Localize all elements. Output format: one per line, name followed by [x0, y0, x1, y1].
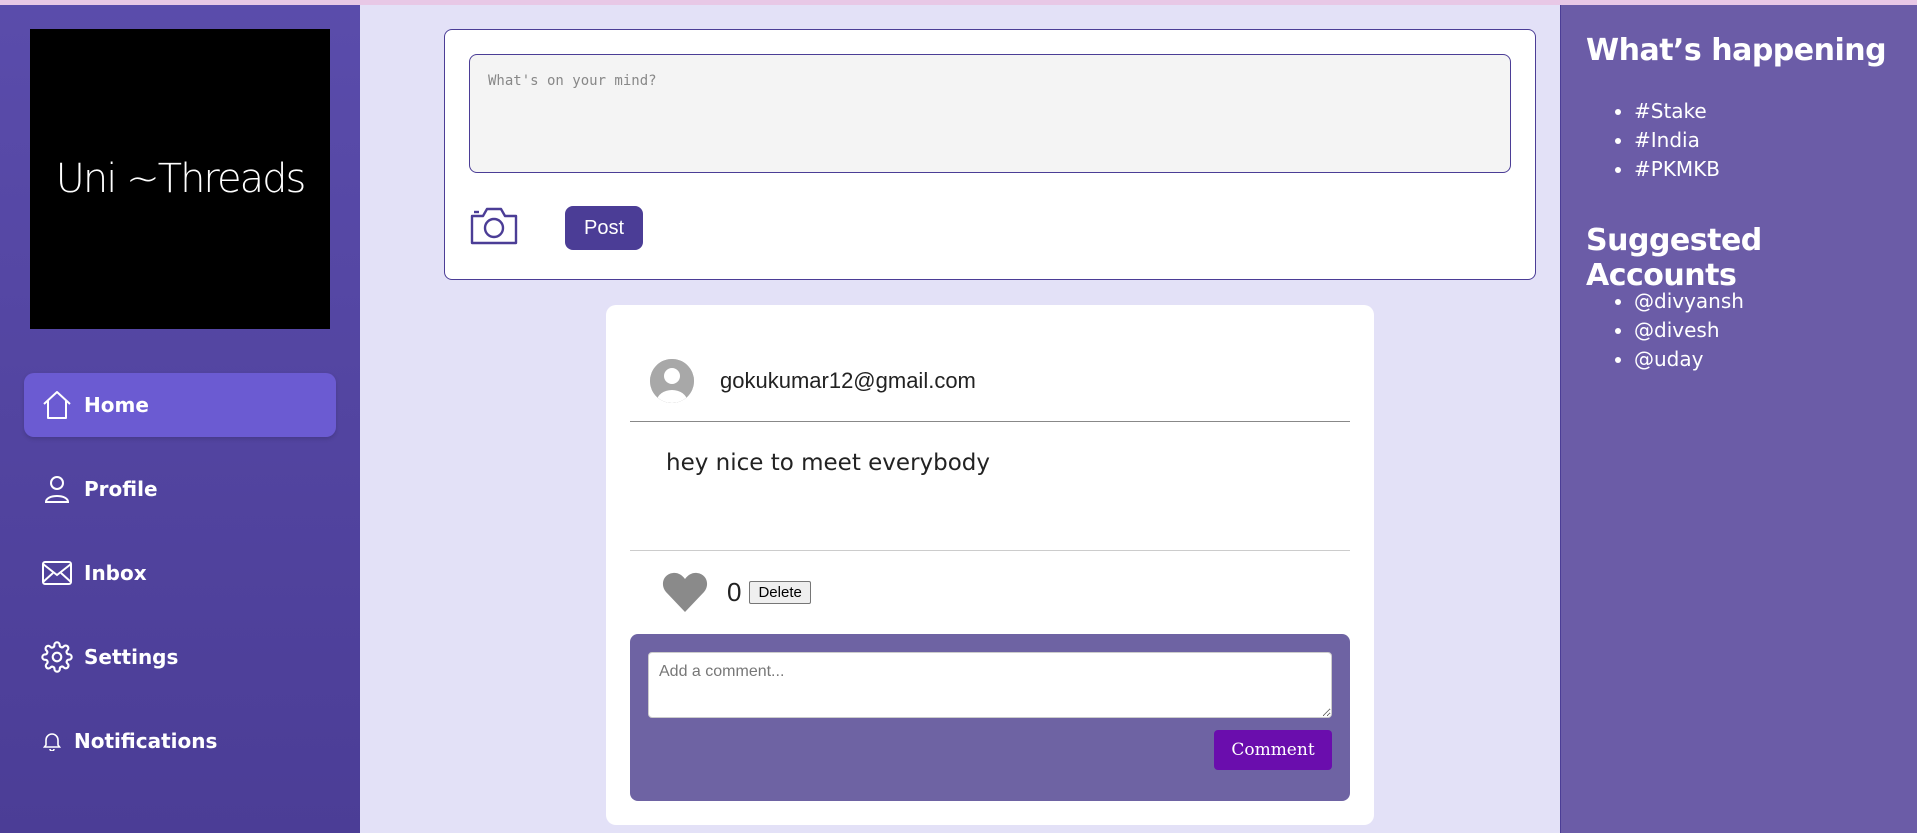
trending-item[interactable]: #PKMKB — [1634, 155, 1720, 184]
nav-item-profile[interactable]: Profile — [24, 457, 336, 521]
camera-icon[interactable] — [469, 206, 519, 246]
suggested-account[interactable]: @uday — [1634, 345, 1744, 374]
nav-item-settings[interactable]: Settings — [24, 625, 336, 689]
app-logo[interactable]: Uni ~Threads — [30, 29, 330, 329]
nav-label-settings: Settings — [84, 645, 179, 669]
post-text: hey nice to meet everybody — [666, 450, 991, 476]
nav-item-home[interactable]: Home — [24, 373, 336, 437]
like-count: 0 — [727, 576, 742, 607]
trending-item[interactable]: #Stake — [1634, 97, 1720, 126]
post-composer: Post — [444, 29, 1536, 280]
avatar[interactable] — [650, 359, 694, 403]
suggested-list: @divyansh @divesh @uday — [1634, 287, 1744, 374]
delete-button[interactable]: Delete — [749, 580, 811, 604]
trending-title: What’s happening — [1586, 33, 1887, 68]
nav-label-inbox: Inbox — [84, 561, 147, 585]
left-sidebar: Uni ~Threads Home Profile Inbox Settings… — [0, 5, 360, 833]
nav-label-notifications: Notifications — [74, 729, 218, 753]
user-icon — [40, 472, 74, 506]
comment-button[interactable]: Comment — [1214, 730, 1332, 770]
bell-icon — [40, 724, 64, 758]
suggested-account[interactable]: @divyansh — [1634, 287, 1744, 316]
suggested-title: Suggested Accounts — [1586, 223, 1762, 293]
post-input[interactable] — [469, 54, 1511, 173]
post-card: gokukumar12@gmail.com hey nice to meet e… — [606, 305, 1374, 825]
trending-list: #Stake #India #PKMKB — [1634, 97, 1720, 184]
divider — [630, 421, 1350, 422]
trending-item[interactable]: #India — [1634, 126, 1720, 155]
nav-item-inbox[interactable]: Inbox — [24, 541, 336, 605]
home-icon — [40, 388, 74, 422]
mail-icon — [40, 556, 74, 590]
post-author-row: gokukumar12@gmail.com — [650, 359, 976, 403]
nav-label-profile: Profile — [84, 477, 158, 501]
gear-icon — [40, 640, 74, 674]
suggested-account[interactable]: @divesh — [1634, 316, 1744, 345]
comment-input[interactable] — [648, 652, 1332, 718]
nav-item-notifications[interactable]: Notifications — [24, 709, 336, 773]
post-button[interactable]: Post — [565, 206, 643, 250]
comment-section: Comment — [630, 634, 1350, 801]
right-sidebar: What’s happening #Stake #India #PKMKB Su… — [1560, 5, 1917, 833]
divider — [630, 550, 1350, 551]
nav-label-home: Home — [84, 393, 149, 417]
logo-text: Uni ~Threads — [55, 156, 307, 202]
heart-icon[interactable] — [662, 570, 708, 614]
like-row: 0 Delete — [662, 570, 811, 614]
post-author: gokukumar12@gmail.com — [720, 368, 976, 393]
